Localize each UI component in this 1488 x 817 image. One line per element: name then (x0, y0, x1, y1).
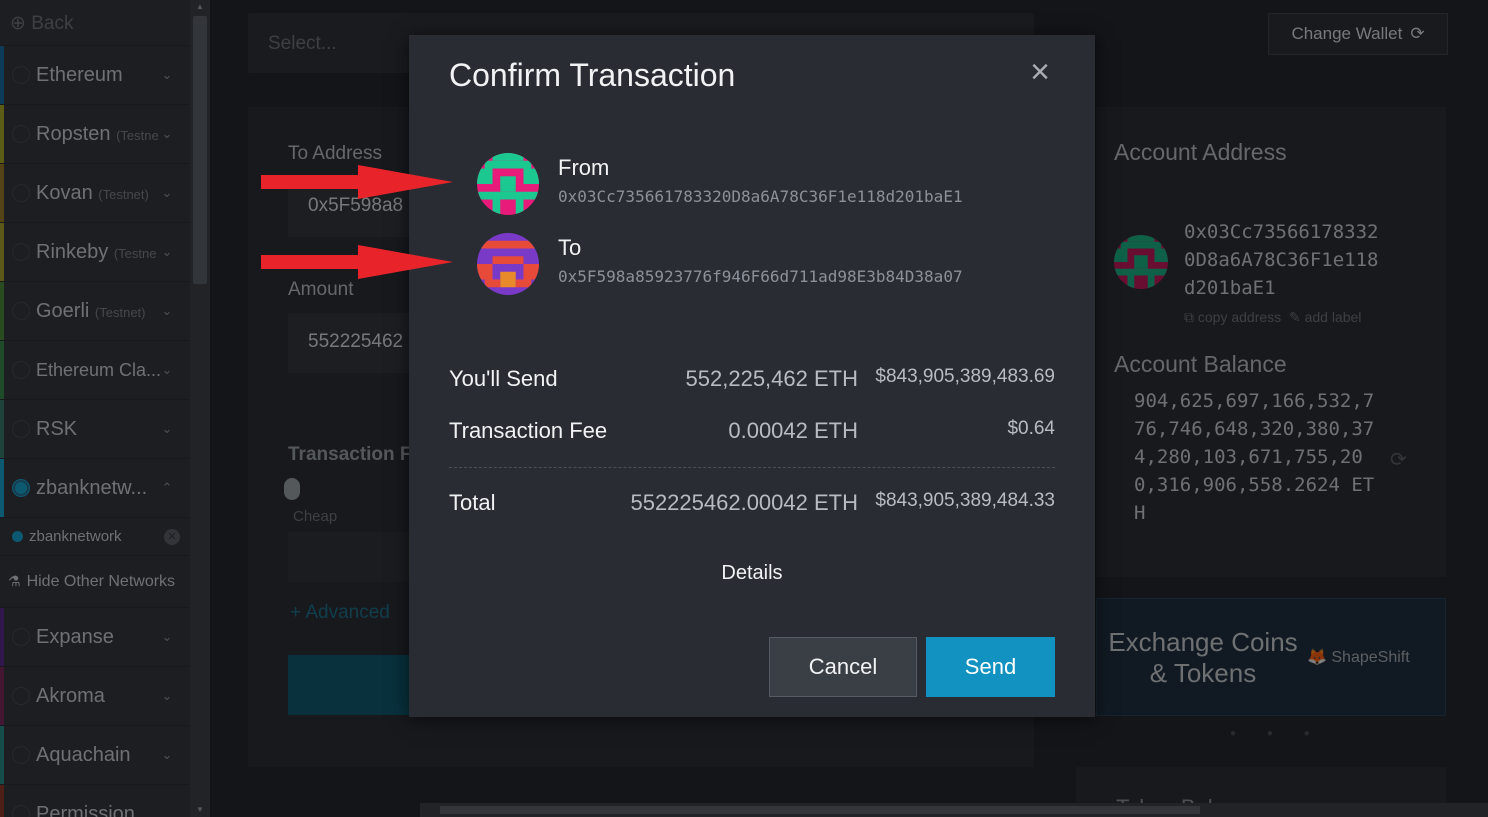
total-row: Total 552225462.00042 ETH $843,905,389,4… (449, 490, 1055, 520)
to-identicon (477, 233, 539, 295)
divider (449, 467, 1055, 468)
total-eth: 552225462.00042 ETH (630, 490, 858, 515)
youll-send-usd: $843,905,389,483.69 (875, 366, 1055, 387)
from-label: From (558, 155, 610, 180)
details-toggle[interactable]: Details (409, 562, 1095, 585)
modal-title: Confirm Transaction (449, 57, 736, 93)
from-identicon (477, 153, 539, 215)
annotation-arrow-from (261, 165, 453, 199)
to-address: 0x5F598a85923776f946F66d711ad98E3b84D38a… (558, 267, 963, 286)
transaction-fee-eth: 0.00042 ETH (728, 418, 858, 443)
close-icon[interactable]: × (1025, 55, 1055, 89)
total-usd: $843,905,389,484.33 (875, 490, 1055, 511)
transaction-fee-row: Transaction Fee 0.00042 ETH $0.64 (449, 418, 1055, 448)
transaction-fee-label: Transaction Fee (449, 418, 608, 443)
cancel-button[interactable]: Cancel (769, 637, 917, 697)
annotation-arrow-to (261, 245, 453, 279)
youll-send-row: You'll Send 552,225,462 ETH $843,905,389… (449, 366, 1055, 396)
from-address: 0x03Cc735661783320D8a6A78C36F1e118d201ba… (558, 187, 963, 206)
to-party: To 0x5F598a85923776f946F66d711ad98E3b84D… (477, 233, 1057, 295)
youll-send-eth: 552,225,462 ETH (685, 366, 858, 391)
to-label: To (558, 235, 582, 260)
transaction-fee-usd: $0.64 (1007, 418, 1055, 439)
confirm-transaction-modal: Confirm Transaction × From 0x03Cc7356617… (409, 35, 1095, 717)
youll-send-label: You'll Send (449, 366, 558, 391)
from-party: From 0x03Cc735661783320D8a6A78C36F1e118d… (477, 153, 1057, 215)
send-button[interactable]: Send (926, 637, 1055, 697)
total-label: Total (449, 490, 496, 515)
